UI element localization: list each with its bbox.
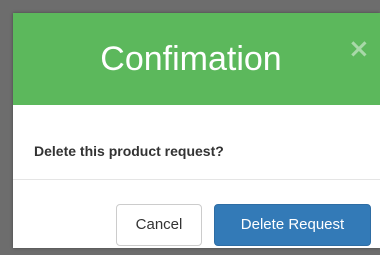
dialog-header: Confimation ×	[13, 13, 380, 105]
close-icon[interactable]: ×	[348, 36, 370, 62]
dialog-title: Confimation	[100, 40, 282, 78]
dialog-message: Delete this product request?	[34, 143, 224, 159]
dialog-body: Delete this product request?	[13, 105, 380, 180]
dialog-footer: Cancel Delete Request	[13, 180, 380, 248]
confirmation-dialog: Confimation × Delete this product reques…	[13, 13, 380, 248]
delete-request-button[interactable]: Delete Request	[214, 204, 371, 246]
cancel-button[interactable]: Cancel	[116, 204, 202, 246]
